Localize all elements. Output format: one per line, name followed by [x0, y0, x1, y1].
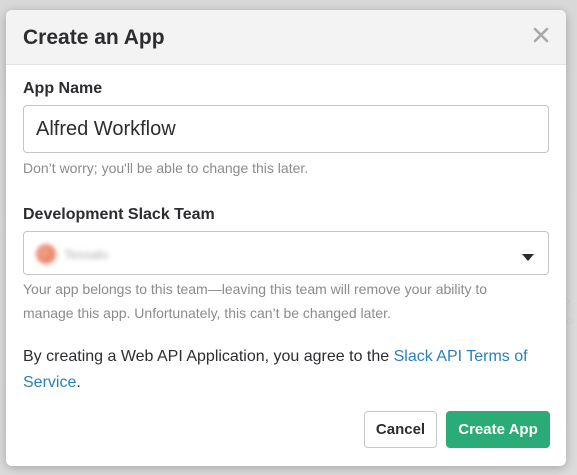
team-hint: Your app belongs to this team—leaving th…	[23, 281, 488, 321]
app-name-hint: Don’t worry; you'll be able to change th…	[23, 160, 309, 176]
agreement-text: By creating a Web API Application, you a…	[23, 348, 394, 365]
team-label: Development Slack Team	[23, 206, 215, 223]
team-selected-value: Tessalo	[64, 247, 109, 262]
create-app-button[interactable]: Create App	[446, 411, 550, 448]
create-app-dialog: Create an App App Name Don’t worry; you'…	[6, 10, 566, 466]
dialog-header: Create an App	[6, 10, 566, 65]
caret-down-icon	[522, 249, 534, 261]
app-name-input[interactable]	[23, 105, 549, 153]
team-select[interactable]: Tessalo	[23, 231, 549, 275]
team-avatar	[36, 244, 56, 264]
cancel-button[interactable]: Cancel	[364, 411, 437, 448]
app-name-label: App Name	[23, 80, 103, 97]
background-chevron-icon: ›	[566, 292, 571, 308]
dialog-title: Create an App	[23, 26, 165, 49]
agreement-suffix: .	[76, 374, 81, 391]
terms-agreement: By creating a Web API Application, you a…	[23, 344, 543, 396]
close-icon[interactable]	[532, 26, 550, 44]
background-circle-icon: ○	[566, 312, 575, 328]
